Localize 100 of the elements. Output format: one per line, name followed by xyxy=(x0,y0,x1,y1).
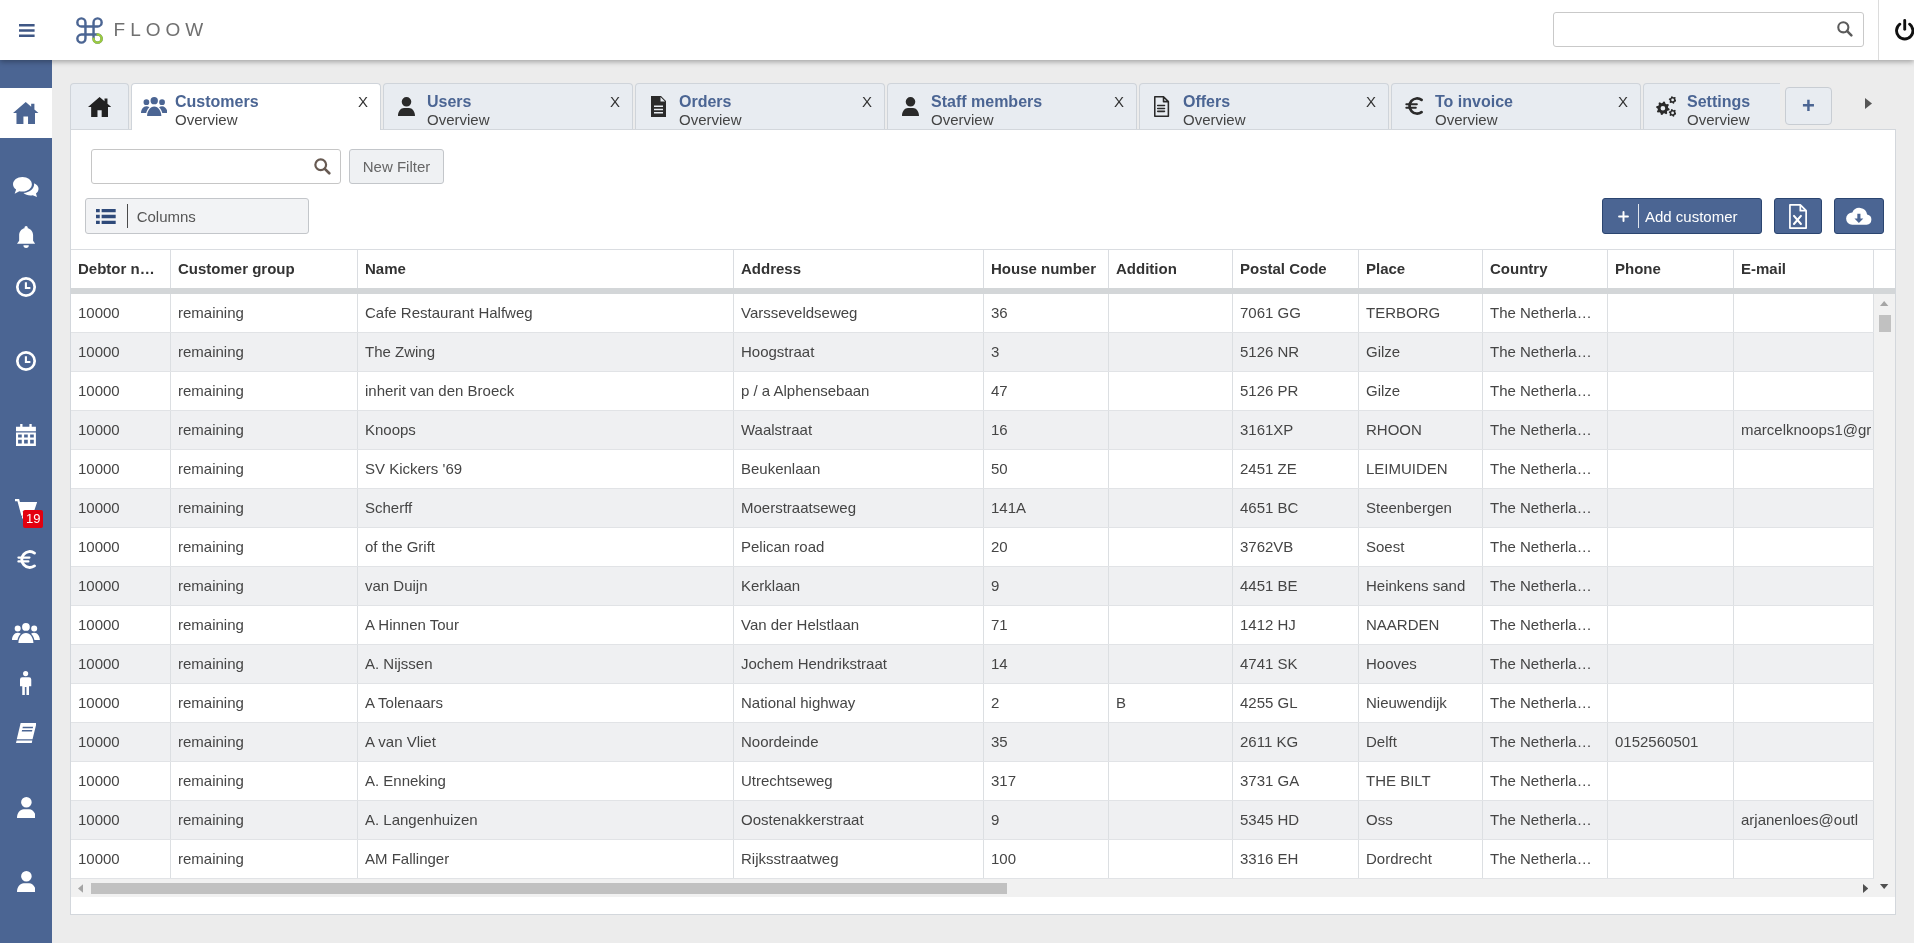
table-row[interactable]: 10000 remaining A. Enneking Utrechtseweg 317 3731 GA THE BILT The Netherla… xyxy=(71,762,1874,801)
user-icon xyxy=(397,96,415,116)
home-tab[interactable] xyxy=(70,83,129,129)
table-cell: A. Langenhuizen xyxy=(358,801,734,839)
table-cell: Gilze xyxy=(1359,333,1483,371)
table-row[interactable]: 10000 remaining A van Vliet Noordeinde 35 2611 KG Delft The Netherla… 0152560501 xyxy=(71,723,1874,762)
close-button[interactable]: X xyxy=(1114,93,1124,110)
table-row[interactable]: 10000 remaining The Zwing Hoogstraat 3 5126 NR Gilze The Netherla… xyxy=(71,333,1874,372)
table-row[interactable]: 10000 remaining van Duijn Kerklaan 9 4451 BE Heinkens sand The Netherla… xyxy=(71,567,1874,606)
download-button[interactable] xyxy=(1834,198,1884,234)
close-button[interactable]: X xyxy=(862,93,872,110)
tab[interactable]: Orders Overview X xyxy=(635,83,885,129)
table-row[interactable]: 10000 remaining A. Langenhuizen Oostenakkerstraat 9 5345 HD Oss The Netherla… arjanenloes@outl xyxy=(71,801,1874,840)
close-button[interactable]: X xyxy=(358,93,368,110)
table-cell: 4741 SK xyxy=(1233,645,1359,683)
table-cell: 20 xyxy=(984,528,1109,566)
sidebar-item[interactable] xyxy=(0,88,52,138)
tab[interactable]: Offers Overview X xyxy=(1139,83,1389,129)
columns-button[interactable]: Columns xyxy=(85,198,309,234)
filter-search-field[interactable] xyxy=(91,149,341,184)
table-cell: remaining xyxy=(171,762,358,800)
table-cell: Heinkens sand xyxy=(1359,567,1483,605)
table-row[interactable]: 10000 remaining A. Nijssen Jochem Hendrikstraat 14 4741 SK Hooves The Netherla… xyxy=(71,645,1874,684)
table-cell: 10000 xyxy=(71,840,171,878)
table-row[interactable]: 10000 remaining Scherff Moerstraatseweg 141A 4651 BC Steenbergen The Netherla… xyxy=(71,489,1874,528)
vertical-scrollbar[interactable] xyxy=(1874,294,1895,897)
horizontal-scrollbar[interactable] xyxy=(71,879,1874,897)
table-cell: remaining xyxy=(171,528,358,566)
sidebar-item[interactable]: 19 xyxy=(0,484,52,534)
user-icon xyxy=(16,796,36,818)
spreadsheet-export-button[interactable] xyxy=(1774,198,1822,234)
clock-icon xyxy=(16,277,36,297)
table-row[interactable]: 10000 remaining AM Fallinger Rijksstraatweg 100 3316 EH Dordrecht The Netherla… xyxy=(71,840,1874,879)
table-row[interactable]: 10000 remaining inherit van den Broeck p / a Alphensebaan 47 5126 PR Gilze The Netherla… xyxy=(71,372,1874,411)
table-cell: 10000 xyxy=(71,606,171,644)
document-icon xyxy=(1154,95,1170,117)
table-cell: remaining xyxy=(171,489,358,527)
scroll-right-icon[interactable] xyxy=(1862,883,1868,893)
scroll-down-icon[interactable] xyxy=(1880,884,1889,889)
tab[interactable]: Settings Overview xyxy=(1643,83,1780,129)
table-row[interactable]: 10000 remaining A Tolenaars National highway 2 B 4255 GL Nieuwendijk The Netherla… xyxy=(71,684,1874,723)
count-badge: 19 xyxy=(23,510,44,528)
table-cell: The Netherla… xyxy=(1483,450,1608,488)
table-cell: NAARDEN xyxy=(1359,606,1483,644)
table-cell: Dordrecht xyxy=(1359,840,1483,878)
table-cell: remaining xyxy=(171,333,358,371)
table-cell: The Netherla… xyxy=(1483,840,1608,878)
euro-icon xyxy=(16,549,36,569)
table-cell: 4255 GL xyxy=(1233,684,1359,722)
scrollbar-thumb[interactable] xyxy=(91,882,1008,894)
table-row[interactable]: 10000 remaining Cafe Restaurant Halfweg Varsseveldseweg 36 7061 GG TERBORG The Netherla… xyxy=(71,294,1874,333)
add-customer-button[interactable]: Add customer xyxy=(1602,198,1762,234)
table-row[interactable]: 10000 remaining of the Grift Pelican road 20 3762VB Soest The Netherla… xyxy=(71,528,1874,567)
x-file-icon xyxy=(1788,203,1807,229)
users-icon xyxy=(12,623,40,643)
table-cell: Scherff xyxy=(358,489,734,527)
table-cell: remaining xyxy=(171,567,358,605)
power-icon[interactable] xyxy=(1894,19,1914,41)
table-cell: 10000 xyxy=(71,333,171,371)
menu-icon[interactable] xyxy=(19,23,35,37)
table-cell: 71 xyxy=(984,606,1109,644)
table-cell: remaining xyxy=(171,684,358,722)
table-cell: 10000 xyxy=(71,801,171,839)
document-icon xyxy=(650,95,666,117)
table-row[interactable]: 10000 remaining Knoops Waalstraat 16 3161XP RHOON The Netherla… marcelknoops1@gr xyxy=(71,411,1874,450)
close-button[interactable]: X xyxy=(1366,93,1376,110)
table-cell: remaining xyxy=(171,411,358,449)
table-row[interactable]: 10000 remaining A Hinnen Tour Van der Helstlaan 71 1412 HJ NAARDEN The Netherla… xyxy=(71,606,1874,645)
table-cell: 50 xyxy=(984,450,1109,488)
table-cell: 10000 xyxy=(71,411,171,449)
caret-right-icon[interactable] xyxy=(1865,98,1872,109)
table-cell: The Netherla… xyxy=(1483,294,1608,332)
tab[interactable]: To invoice Overview X xyxy=(1391,83,1641,129)
table-cell: 10000 xyxy=(71,762,171,800)
table-cell: Delft xyxy=(1359,723,1483,761)
table-cell: remaining xyxy=(171,801,358,839)
book-icon xyxy=(15,723,37,743)
table-cell: 35 xyxy=(984,723,1109,761)
new-filter-button[interactable]: New Filter xyxy=(349,149,444,184)
search-icon xyxy=(314,158,331,175)
chat-icon xyxy=(13,177,39,197)
close-button[interactable]: X xyxy=(1618,93,1628,110)
table-cell: remaining xyxy=(171,450,358,488)
table-cell: Oss xyxy=(1359,801,1483,839)
tab[interactable]: Staff members Overview X xyxy=(887,83,1137,129)
table-cell: Hooves xyxy=(1359,645,1483,683)
scrollbar-thumb[interactable] xyxy=(1878,315,1891,332)
table-cell: 2451 ZE xyxy=(1233,450,1359,488)
table-row[interactable]: 10000 remaining SV Kickers '69 Beukenlaan 50 2451 ZE LEIMUIDEN The Netherla… xyxy=(71,450,1874,489)
logo-icon xyxy=(75,16,103,44)
tab[interactable]: Customers Overview X xyxy=(131,83,381,130)
table-cell: The Netherla… xyxy=(1483,333,1608,371)
table-cell: RHOON xyxy=(1359,411,1483,449)
close-button[interactable]: X xyxy=(610,93,620,110)
tab[interactable]: Users Overview X xyxy=(383,83,633,129)
table-cell: Hoogstraat xyxy=(734,333,984,371)
new-tab-button[interactable]: + xyxy=(1785,87,1832,125)
table-cell: 10000 xyxy=(71,567,171,605)
cloud-download-icon xyxy=(1846,207,1872,225)
search-field[interactable] xyxy=(1552,11,1864,47)
